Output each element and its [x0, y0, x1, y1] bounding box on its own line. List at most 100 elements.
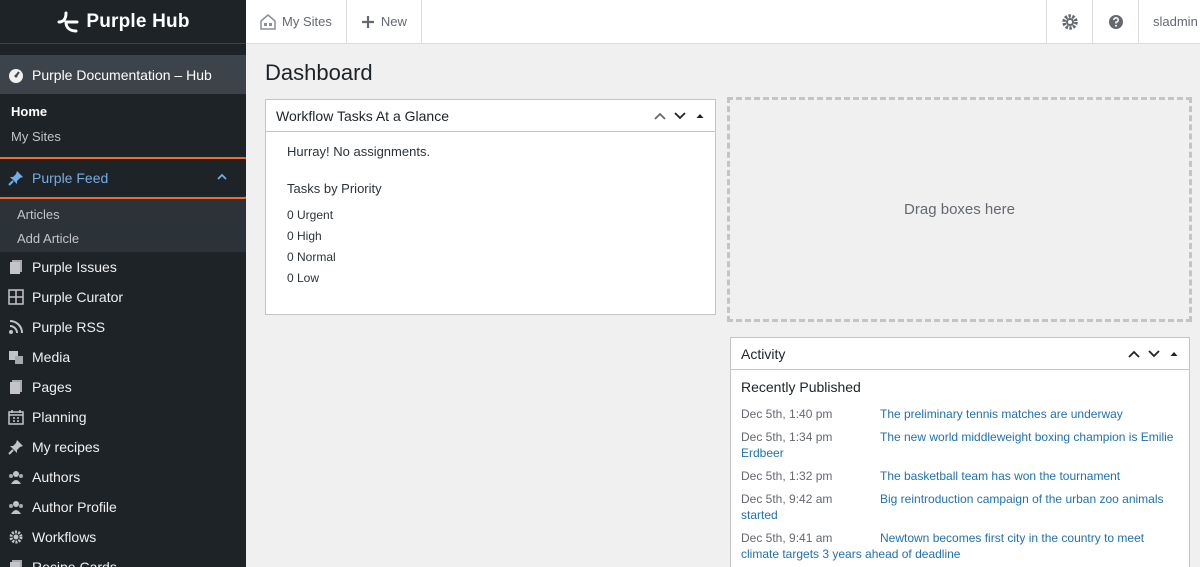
- sidebar-item-label: Purple RSS: [32, 319, 106, 335]
- pages-icon: [10, 380, 22, 394]
- my-sites-button[interactable]: My Sites: [246, 0, 347, 43]
- dropzone-label: Drag boxes here: [904, 201, 1015, 218]
- sidebar-site-switcher[interactable]: Purple Documentation – Hub: [0, 55, 246, 94]
- sidebar-item-purple-feed[interactable]: Purple Feed: [0, 157, 246, 199]
- users-icon: [9, 501, 23, 514]
- brand-logo[interactable]: Purple Hub: [0, 0, 246, 44]
- sidebar-item-media[interactable]: Media: [0, 342, 246, 372]
- post-date: Dec 5th, 1:32 pm: [741, 469, 833, 483]
- gear-icon: [1061, 13, 1078, 30]
- top-bar: My Sites New sladmin: [246, 0, 1200, 44]
- help-icon: [1108, 14, 1123, 29]
- list-item: Dec 5th, 1:40 pm The preliminary tennis m…: [741, 406, 1179, 422]
- sidebar-subitem-add-article[interactable]: Add Article: [0, 226, 246, 250]
- sidebar-item-label: Authors: [32, 469, 81, 485]
- list-item: Dec 5th, 9:42 am Big reintroduction campa…: [741, 491, 1179, 523]
- sidebar-item-home[interactable]: Home: [0, 99, 246, 124]
- dashboard-icon: [9, 68, 23, 83]
- user-menu[interactable]: sladmin: [1138, 0, 1200, 43]
- pages-icon: [10, 560, 22, 567]
- sidebar-subitem-articles[interactable]: Articles: [0, 202, 246, 226]
- no-assignments-message: Hurray! No assignments.: [287, 144, 431, 159]
- new-button[interactable]: New: [347, 0, 422, 43]
- sidebar-item-author-profile[interactable]: Author Profile: [0, 492, 246, 522]
- collapse-toggle-icon[interactable]: [1167, 347, 1181, 361]
- issues-icon: [10, 260, 22, 274]
- move-down-icon[interactable]: [1147, 347, 1161, 361]
- sites-icon: [260, 13, 276, 30]
- priority-high-count: 0 High: [287, 229, 322, 243]
- sidebar: Purple Hub Purple Documentation – Hub Ho…: [0, 0, 246, 567]
- purple-hub-logo-icon: [57, 11, 79, 32]
- list-item: Dec 5th, 9:41 am Newtown becomes first ci…: [741, 530, 1179, 562]
- sidebar-item-label: My recipes: [32, 439, 100, 455]
- sidebar-item-purple-issues[interactable]: Purple Issues: [0, 252, 246, 282]
- sidebar-item-label: Workflows: [32, 529, 97, 545]
- rss-icon: [9, 320, 23, 334]
- panel-title: Workflow Tasks At a Glance: [276, 107, 449, 124]
- sidebar-item-my-sites[interactable]: My Sites: [0, 124, 246, 149]
- sidebar-item-workflows[interactable]: Workflows: [0, 522, 246, 552]
- sidebar-item-authors[interactable]: Authors: [0, 462, 246, 492]
- post-date: Dec 5th, 1:34 pm: [741, 430, 833, 444]
- sidebar-item-purple-rss[interactable]: Purple RSS: [0, 312, 246, 342]
- sidebar-item-planning[interactable]: Planning: [0, 402, 246, 432]
- panel-title: Activity: [741, 345, 786, 362]
- move-up-icon[interactable]: [1127, 347, 1141, 361]
- post-link[interactable]: The basketball team has won the tourname…: [880, 469, 1120, 483]
- my-sites-label: My Sites: [282, 14, 332, 29]
- calendar-icon: [8, 410, 24, 425]
- sidebar-item-label: Purple Issues: [32, 259, 117, 275]
- drag-boxes-dropzone[interactable]: Drag boxes here: [727, 97, 1192, 322]
- site-name: Purple Documentation – Hub: [32, 66, 212, 83]
- move-up-icon[interactable]: [653, 109, 667, 123]
- sidebar-item-label: Purple Feed: [32, 170, 109, 186]
- media-icon: [9, 351, 23, 364]
- tasks-by-priority-heading: Tasks by Priority: [287, 181, 382, 196]
- purple-feed-submenu: Articles Add Article: [0, 199, 246, 252]
- panel-header: Activity: [731, 338, 1189, 370]
- help-button[interactable]: [1092, 0, 1138, 43]
- users-icon: [9, 471, 23, 484]
- sidebar-item-recipe-cards[interactable]: Recipe Cards: [0, 552, 246, 567]
- collapse-toggle-icon[interactable]: [693, 109, 707, 123]
- sidebar-item-label: Author Profile: [32, 499, 117, 515]
- gear-icon: [9, 530, 23, 544]
- post-date: Dec 5th, 9:42 am: [741, 492, 833, 506]
- panel-controls: [653, 109, 707, 123]
- settings-button[interactable]: [1046, 0, 1092, 43]
- sidebar-item-label: Purple Curator: [32, 289, 124, 305]
- plus-icon: [361, 15, 374, 28]
- curator-icon: [8, 289, 24, 305]
- sidebar-item-label: Pages: [32, 379, 72, 395]
- workflow-tasks-panel: Workflow Tasks At a Glance Hurray! No as…: [265, 99, 716, 315]
- pin-icon: [8, 171, 23, 186]
- chevron-up-icon: [217, 173, 227, 180]
- list-item: Dec 5th, 1:34 pm The new world middleweig…: [741, 429, 1179, 461]
- panel-body: Recently Published Dec 5th, 1:40 pm The p…: [731, 370, 1189, 567]
- sidebar-item-label: Recipe Cards: [32, 559, 117, 567]
- sidebar-item-purple-curator[interactable]: Purple Curator: [0, 282, 246, 312]
- post-date: Dec 5th, 1:40 pm: [741, 407, 833, 421]
- priority-low-count: 0 Low: [287, 271, 320, 285]
- activity-panel: Activity Recently Published Dec 5th, 1:4…: [730, 337, 1190, 567]
- pin-icon: [8, 440, 23, 455]
- list-item: Dec 5th, 1:32 pm The basketball team has …: [741, 468, 1179, 484]
- panel-header: Workflow Tasks At a Glance: [266, 100, 715, 132]
- priority-urgent-count: 0 Urgent: [287, 208, 334, 222]
- sidebar-item-pages[interactable]: Pages: [0, 372, 246, 402]
- recently-published-heading: Recently Published: [741, 379, 861, 395]
- move-down-icon[interactable]: [673, 109, 687, 123]
- post-date: Dec 5th, 9:41 am: [741, 531, 833, 545]
- panel-body: Hurray! No assignments. Tasks by Priorit…: [266, 132, 715, 301]
- panel-controls: [1127, 347, 1181, 361]
- sidebar-item-my-recipes[interactable]: My recipes: [0, 432, 246, 462]
- brand-name: Purple Hub: [86, 10, 190, 32]
- sidebar-item-label: Media: [32, 349, 71, 365]
- page-title: Dashboard: [265, 60, 373, 85]
- priority-normal-count: 0 Normal: [287, 250, 336, 264]
- new-label: New: [380, 14, 407, 29]
- sidebar-item-label: Planning: [32, 409, 87, 425]
- post-link[interactable]: The preliminary tennis matches are under…: [880, 407, 1123, 421]
- user-name: sladmin: [1153, 14, 1198, 29]
